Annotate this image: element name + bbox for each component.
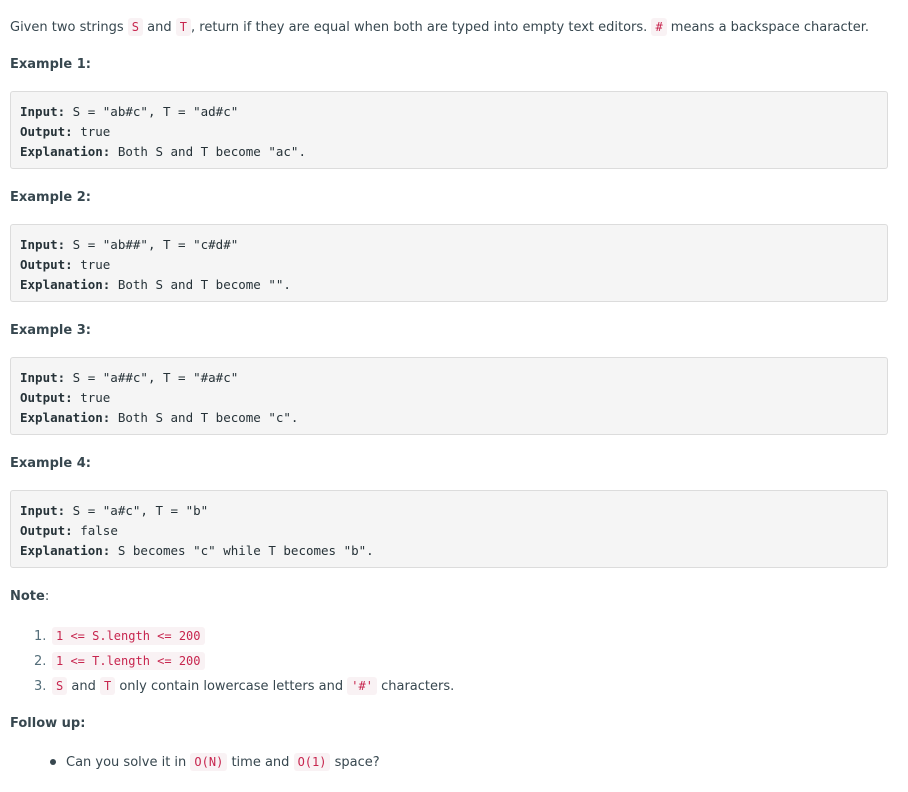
note-text: only contain lowercase letters and	[115, 679, 348, 694]
explanation-label: Explanation:	[20, 277, 111, 292]
example-1-block: Input: S = "ab#c", T = "ad#c" Output: tr…	[10, 91, 888, 169]
input-value: S = "ab##", T = "c#d#"	[65, 237, 239, 252]
explanation-value: Both S and T become "c".	[110, 410, 299, 425]
explanation-value: Both S and T become "ac".	[110, 144, 306, 159]
intro-text-3: , return if they are equal when both are…	[191, 20, 652, 35]
note-item-3: 3. S and T only contain lowercase letters…	[34, 675, 454, 700]
inline-code: '#'	[347, 677, 377, 695]
explanation-label: Explanation:	[20, 144, 111, 159]
inline-code: T	[99, 677, 116, 695]
inline-code: O(N)	[190, 753, 228, 771]
note-text: characters.	[376, 679, 455, 694]
note-heading: Note:	[10, 589, 49, 604]
example-3-heading: Example 3:	[10, 323, 91, 338]
explanation-value: Both S and T become "".	[110, 277, 291, 292]
list-number: 2.	[34, 654, 47, 669]
example-2-block: Input: S = "ab##", T = "c#d#" Output: tr…	[10, 224, 888, 302]
example-1-heading: Example 1:	[10, 57, 91, 72]
explanation-label: Explanation:	[20, 410, 111, 425]
note-item-2: 2. 1 <= T.length <= 200	[34, 650, 454, 675]
follow-up-heading: Follow up:	[10, 716, 86, 731]
output-value: true	[72, 390, 111, 405]
input-label: Input:	[20, 237, 66, 252]
inline-code: S	[52, 677, 68, 695]
inline-code-hash: #	[651, 18, 667, 36]
output-label: Output:	[20, 124, 73, 139]
inline-code-t: T	[175, 18, 191, 36]
inline-code: 1 <= S.length <= 200	[52, 627, 205, 645]
inline-code-s: S	[127, 18, 144, 36]
list-number: 3.	[34, 679, 47, 694]
output-label: Output:	[20, 257, 73, 272]
output-label: Output:	[20, 390, 73, 405]
note-heading-text: Note	[10, 589, 45, 604]
input-value: S = "a##c", T = "#a#c"	[65, 370, 239, 385]
follow-up-text: space?	[330, 755, 380, 770]
example-2-heading: Example 2:	[10, 190, 91, 205]
output-value: true	[72, 257, 111, 272]
intro-text-1: Given two strings	[10, 20, 128, 35]
note-item-1: 1. 1 <= S.length <= 200	[34, 625, 454, 650]
explanation-label: Explanation:	[20, 543, 111, 558]
output-value: false	[72, 523, 118, 538]
follow-up-text: Can you solve it in	[66, 755, 191, 770]
problem-statement: Given two strings S and T, return if the…	[10, 17, 869, 38]
inline-code: O(1)	[293, 753, 331, 771]
example-3-block: Input: S = "a##c", T = "#a#c" Output: tr…	[10, 357, 888, 435]
bullet-icon	[50, 758, 56, 765]
list-number: 1.	[34, 629, 47, 644]
input-label: Input:	[20, 104, 66, 119]
note-text: and	[67, 679, 100, 694]
follow-up-item: Can you solve it in O(N) time and O(1) s…	[34, 751, 380, 774]
note-heading-colon: :	[44, 589, 50, 604]
follow-up-list: Can you solve it in O(N) time and O(1) s…	[34, 751, 380, 774]
output-value: true	[72, 124, 111, 139]
input-label: Input:	[20, 503, 66, 518]
example-4-heading: Example 4:	[10, 456, 91, 471]
input-value: S = "ab#c", T = "ad#c"	[65, 104, 239, 119]
explanation-value: S becomes "c" while T becomes "b".	[110, 543, 374, 558]
intro-text-4: means a backspace character.	[666, 20, 870, 35]
output-label: Output:	[20, 523, 73, 538]
example-4-block: Input: S = "a#c", T = "b" Output: false …	[10, 490, 888, 568]
note-list: 1. 1 <= S.length <= 200 2. 1 <= T.length <…	[34, 625, 454, 700]
intro-text-2: and	[143, 20, 176, 35]
input-label: Input:	[20, 370, 66, 385]
inline-code: 1 <= T.length <= 200	[52, 652, 205, 670]
follow-up-text: time and	[227, 755, 294, 770]
input-value: S = "a#c", T = "b"	[65, 503, 209, 518]
